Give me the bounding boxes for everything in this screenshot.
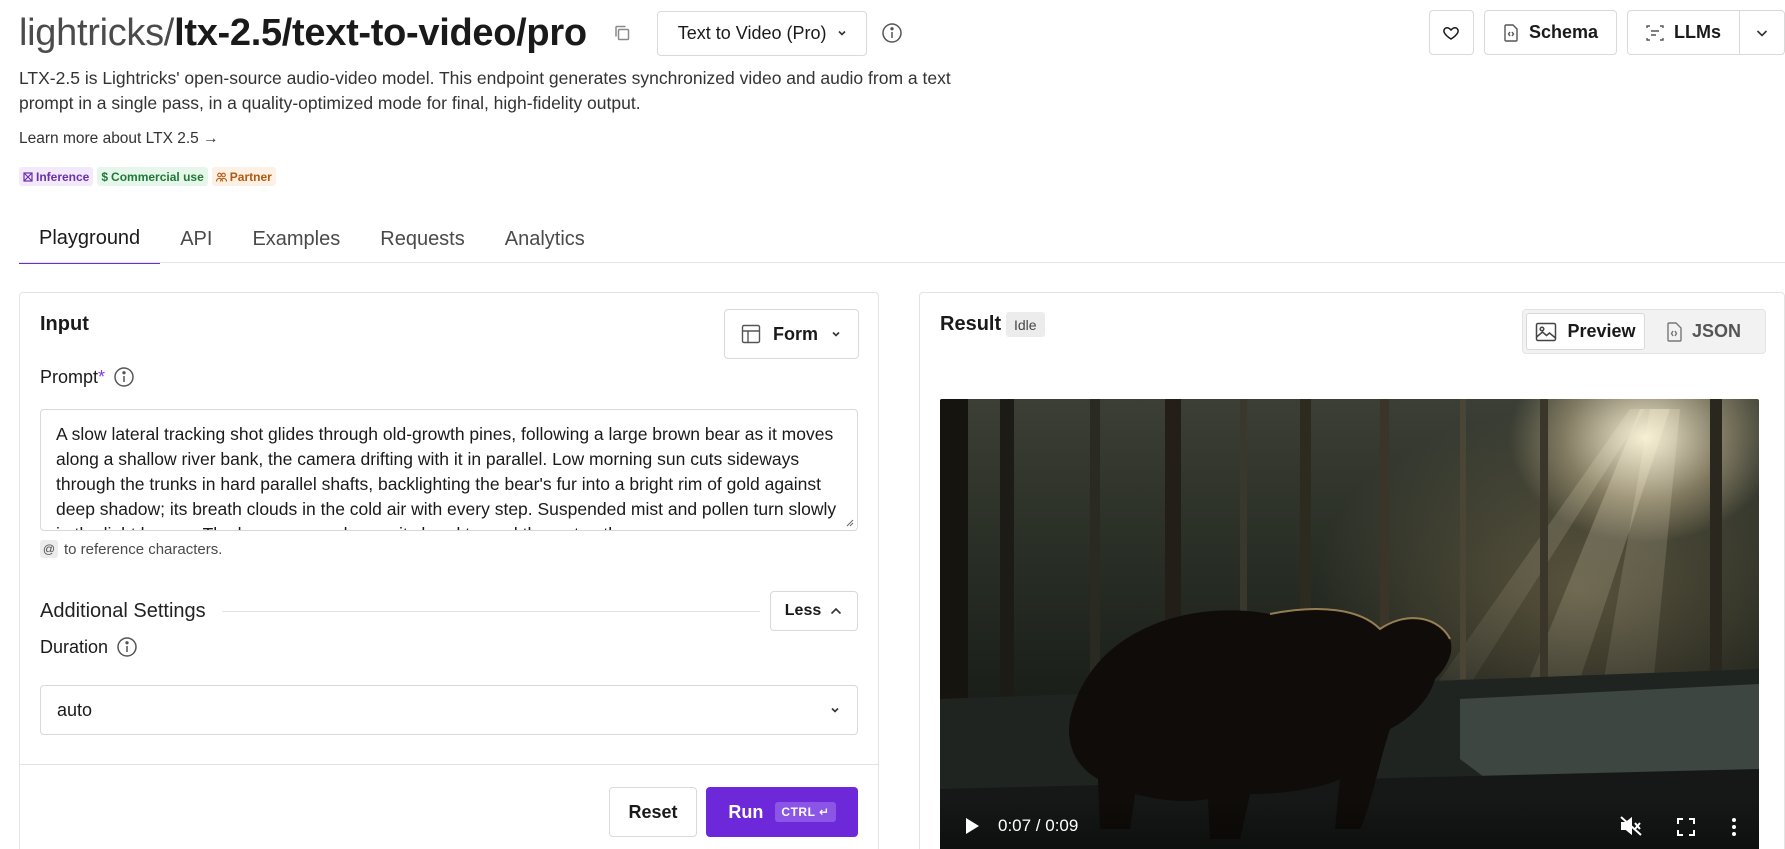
play-icon[interactable] xyxy=(964,817,980,835)
chevron-down-icon xyxy=(838,30,847,36)
main-tabs: Playground API Examples Requests Analyti… xyxy=(19,214,605,264)
json-file-icon xyxy=(1667,321,1682,342)
preview-label: Preview xyxy=(1567,321,1636,341)
additional-settings-row: Additional Settings Less xyxy=(40,591,858,631)
info-icon[interactable] xyxy=(113,366,135,388)
inference-badge-label: Inference xyxy=(36,169,90,184)
llms-dropdown-toggle[interactable] xyxy=(1740,11,1784,54)
mute-icon[interactable] xyxy=(1619,815,1643,837)
model-owner[interactable]: lightricks/ xyxy=(19,12,174,55)
commercial-use-badge: $ Commercial use xyxy=(97,167,208,186)
status-badge: Idle xyxy=(1006,312,1045,337)
result-view-toggle: Preview JSON xyxy=(1522,309,1766,354)
tab-examples[interactable]: Examples xyxy=(232,214,360,264)
chevron-down-icon xyxy=(832,331,840,337)
inference-badge: Inference xyxy=(19,167,94,186)
result-panel: Result Idle Preview JSON 0:07 / 0:09 xyxy=(919,292,1785,849)
chevron-down-icon xyxy=(1756,29,1768,37)
run-label: Run xyxy=(728,801,764,822)
less-label: Less xyxy=(784,602,822,619)
tab-playground[interactable]: Playground xyxy=(19,214,161,264)
learn-more-link[interactable]: Learn more about LTX 2.5 → xyxy=(19,130,219,148)
prompt-textarea[interactable]: A slow lateral tracking shot glides thro… xyxy=(40,409,858,531)
model-description: LTX-2.5 is Lightricks' open-source audio… xyxy=(19,68,951,113)
schema-button[interactable]: Schema xyxy=(1483,10,1617,55)
heart-icon xyxy=(1443,26,1460,40)
fullscreen-icon[interactable] xyxy=(1676,817,1696,837)
json-toggle[interactable]: JSON xyxy=(1645,313,1762,350)
prompt-label: Prompt xyxy=(40,366,99,387)
model-path: ltx-2.5/text-to-video/pro xyxy=(174,11,587,54)
schema-label: Schema xyxy=(1528,22,1598,42)
header-actions: Schema LLMs xyxy=(1428,10,1785,55)
resize-handle-icon[interactable] xyxy=(844,517,854,527)
tabs-divider xyxy=(19,262,1785,263)
less-button[interactable]: Less xyxy=(770,591,858,631)
video-time: 0:07 / 0:09 xyxy=(998,816,1079,835)
video-player[interactable]: 0:07 / 0:09 xyxy=(940,399,1759,849)
partner-icon xyxy=(215,172,227,182)
tab-analytics[interactable]: Analytics xyxy=(485,214,605,264)
tab-api[interactable]: API xyxy=(160,214,232,264)
copy-icon[interactable] xyxy=(611,22,633,44)
chevron-up-icon xyxy=(831,607,842,615)
model-title-row: lightricks/ ltx-2.5/text-to-video/pro Te… xyxy=(19,8,905,58)
duration-label-row: Duration xyxy=(40,636,138,658)
video-controls: 0:07 / 0:09 xyxy=(940,799,1759,849)
input-mode-select[interactable]: Form xyxy=(724,309,859,359)
more-options-icon[interactable] xyxy=(1731,817,1737,837)
input-mode-label: Form xyxy=(773,323,818,344)
commercial-badge-label: Commercial use xyxy=(111,169,204,184)
additional-settings-title: Additional Settings xyxy=(40,599,206,622)
duration-select[interactable]: auto xyxy=(40,685,858,735)
endpoint-variant-label: Text to Video (Pro) xyxy=(677,22,827,43)
partner-badge-label: Partner xyxy=(229,169,272,184)
reset-button[interactable]: Reset xyxy=(609,787,697,837)
section-divider xyxy=(221,610,760,612)
image-icon xyxy=(1536,322,1557,341)
badge-row: Inference $ Commercial use Partner xyxy=(19,167,276,186)
preview-toggle[interactable]: Preview xyxy=(1526,313,1645,350)
llms-split-button: LLMs xyxy=(1627,10,1785,55)
tab-requests[interactable]: Requests xyxy=(360,214,485,264)
result-title: Result xyxy=(940,313,1002,335)
llms-button[interactable]: LLMs xyxy=(1628,11,1740,54)
prompt-label-row: Prompt * xyxy=(40,366,135,388)
form-layout-icon xyxy=(741,324,761,344)
prompt-hint: @ to reference characters. xyxy=(40,540,222,558)
info-icon[interactable] xyxy=(116,636,138,658)
schema-file-icon xyxy=(1504,23,1518,42)
llms-icon xyxy=(1646,24,1664,41)
favorite-button[interactable] xyxy=(1428,10,1474,55)
json-label: JSON xyxy=(1691,321,1742,341)
duration-value: auto xyxy=(57,699,93,720)
inference-icon xyxy=(23,171,33,182)
prompt-hint-text: to reference characters. xyxy=(64,540,223,558)
partner-badge: Partner xyxy=(211,167,276,186)
chevron-down-icon xyxy=(831,707,839,713)
input-panel: Input Form Prompt * A slow lateral track… xyxy=(19,292,879,849)
video-frame xyxy=(940,399,1759,849)
dollar-icon: $ xyxy=(101,169,109,184)
info-icon[interactable] xyxy=(879,20,905,46)
duration-label: Duration xyxy=(40,636,109,657)
run-button[interactable]: Run CTRL ↵ xyxy=(706,787,858,837)
input-title: Input xyxy=(40,313,89,335)
required-mark: * xyxy=(98,366,106,387)
at-mention-chip: @ xyxy=(40,540,58,558)
panel-footer-divider xyxy=(20,764,878,765)
llms-label: LLMs xyxy=(1674,22,1721,42)
endpoint-variant-select[interactable]: Text to Video (Pro) xyxy=(656,10,868,56)
prompt-text: A slow lateral tracking shot glides thro… xyxy=(56,424,837,530)
run-shortcut-badge: CTRL ↵ xyxy=(775,802,836,822)
